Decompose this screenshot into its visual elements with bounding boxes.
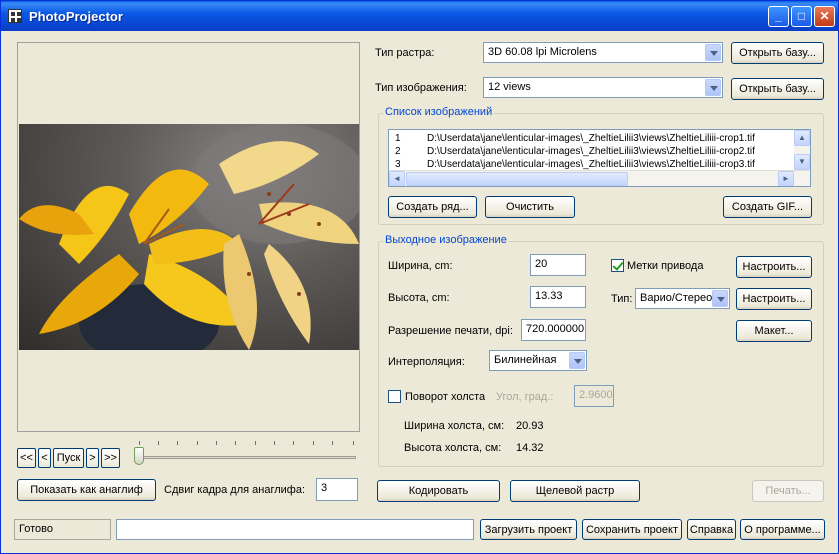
slider-tick [197,441,198,445]
canvas-width-label: Ширина холста, см: [404,420,505,432]
preview-photo [19,124,359,350]
load-project-button[interactable]: Загрузить проект [480,519,577,540]
image-preview [17,42,360,432]
raster-type-label: Тип растра: [375,47,435,59]
main-window: PhotoProjector _ □ ✕ << < Пуск > >> Пока… [0,0,839,554]
rotate-canvas-label: Поворот холста [405,391,486,403]
list-item[interactable]: 3 D:\Userdata\jane\lenticular-images\_Zhe… [395,159,755,170]
canvas-width-value: 20.93 [516,420,544,432]
print-button[interactable]: Печать... [752,480,824,502]
slider-tick [255,441,256,445]
last-frame-button[interactable]: >> [101,448,120,468]
setup-type-button[interactable]: Настроить... [736,288,812,310]
drive-marks-checkbox[interactable] [611,259,624,272]
image-type-value: 12 views [488,81,531,93]
close-button[interactable]: ✕ [814,6,835,27]
type-label: Тип: [611,293,633,305]
angle-input[interactable]: 2.9600 [574,385,614,407]
print-dpi-label: Разрешение печати, dpi: [388,325,513,337]
image-list[interactable]: 1 D:\Userdata\jane\lenticular-images\_Zhe… [388,129,811,187]
layout-button[interactable]: Макет... [736,320,812,342]
angle-label: Угол, град.: [496,391,554,403]
scroll-left-icon[interactable]: ◄ [389,171,405,186]
slider-tick [216,441,217,445]
chevron-down-icon[interactable] [569,352,585,369]
app-icon [8,9,22,23]
drive-marks-label: Метки привода [627,260,704,272]
slit-raster-button[interactable]: Щелевой растр [510,480,640,502]
image-type-label: Тип изображения: [375,82,467,94]
image-list-title: Список изображений [383,106,495,118]
raster-type-select[interactable]: 3D 60.08 lpi Microlens [483,42,723,63]
first-frame-button[interactable]: << [17,448,36,468]
list-vertical-scrollbar[interactable]: ▲ ▼ [794,130,810,171]
chevron-down-icon[interactable] [705,44,721,61]
open-image-db-button[interactable]: Открыть базу... [731,78,824,100]
list-item[interactable]: 2 D:\Userdata\jane\lenticular-images\_Zhe… [395,146,755,157]
list-horizontal-scrollbar[interactable]: ◄ ► [389,170,810,186]
setup-marks-button[interactable]: Настроить... [736,256,812,278]
clear-button[interactable]: Очистить [485,196,575,218]
status-text: Готово [14,519,111,540]
height-label: Высота, cm: [388,292,450,304]
scroll-down-icon[interactable]: ▼ [794,154,810,170]
play-button[interactable]: Пуск [53,448,84,468]
anaglyph-shift-label: Сдвиг кадра для анаглифа: [164,484,306,496]
show-anaglyph-button[interactable]: Показать как анаглиф [17,479,156,501]
lily-flowers-image [19,124,359,350]
frame-slider-track[interactable] [138,456,356,459]
chevron-down-icon[interactable] [712,290,728,307]
slider-tick [313,441,314,445]
save-project-button[interactable]: Сохранить проект [582,519,682,540]
help-button[interactable]: Справка [687,519,736,540]
list-item[interactable]: 1 D:\Userdata\jane\lenticular-images\_Zhe… [395,133,755,144]
progress-bar [116,519,474,540]
scroll-up-icon[interactable]: ▲ [794,130,810,146]
anaglyph-shift-input[interactable]: 3 [316,478,358,501]
canvas-height-label: Высота холста, см: [404,442,502,454]
create-row-button[interactable]: Создать ряд... [388,196,477,218]
frame-slider-thumb[interactable] [134,447,144,465]
canvas-height-value: 14.32 [516,442,544,454]
output-image-title: Выходное изображение [383,234,509,246]
scroll-thumb[interactable] [406,172,628,186]
print-dpi-input[interactable]: 720.000000 [521,319,586,341]
title-bar[interactable]: PhotoProjector _ □ ✕ [1,1,838,31]
slider-tick [177,441,178,445]
width-input[interactable]: 20 [530,254,586,276]
slider-tick [139,441,140,445]
interpolation-label: Интерполяция: [388,356,465,368]
slider-tick [235,441,236,445]
slider-tick [274,441,275,445]
slider-tick [332,441,333,445]
open-raster-db-button[interactable]: Открыть базу... [731,42,824,64]
interpolation-select[interactable]: Билинейная [489,350,587,371]
maximize-button[interactable]: □ [791,6,812,27]
encode-button[interactable]: Кодировать [377,480,500,502]
slider-tick [158,441,159,445]
output-type-value: Варио/Стерео [640,292,713,304]
prev-frame-button[interactable]: < [38,448,51,468]
raster-type-value: 3D 60.08 lpi Microlens [488,46,597,58]
image-type-select[interactable]: 12 views [483,77,723,98]
width-label: Ширина, cm: [388,260,453,272]
rotate-canvas-checkbox[interactable] [388,390,401,403]
next-frame-button[interactable]: > [86,448,99,468]
about-button[interactable]: О программе... [740,519,825,540]
slider-tick [353,441,354,445]
scroll-right-icon[interactable]: ► [778,171,794,186]
interpolation-value: Билинейная [494,354,557,366]
minimize-button[interactable]: _ [768,6,789,27]
chevron-down-icon[interactable] [705,79,721,96]
create-gif-button[interactable]: Создать GIF... [723,196,812,218]
height-input[interactable]: 13.33 [530,286,586,308]
slider-tick [293,441,294,445]
window-title: PhotoProjector [29,9,123,24]
output-type-select[interactable]: Варио/Стерео [635,288,730,309]
